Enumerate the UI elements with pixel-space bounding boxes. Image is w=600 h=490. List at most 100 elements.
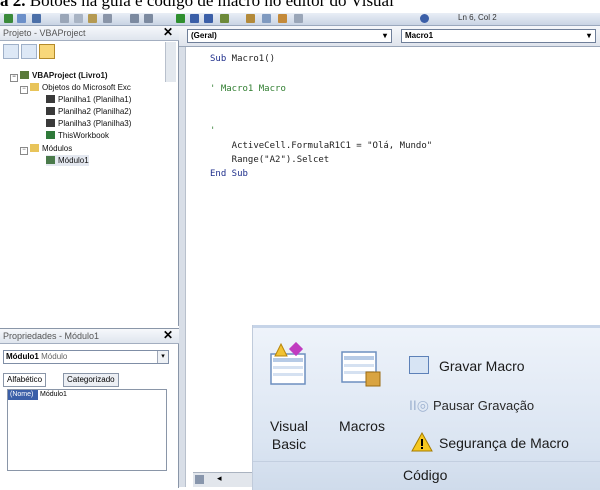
figure-caption: a 2. Botões na guia e código de macro no… (0, 0, 600, 13)
paste-icon[interactable] (88, 14, 97, 23)
tree-node-label: Módulo1 (58, 156, 89, 165)
pause-recording-icon: II◎ (409, 397, 429, 413)
procedure-combo-value: Macro1 (405, 31, 434, 40)
property-name: (Nome) (8, 390, 38, 400)
properties-panel: Propriedades - Módulo1 ✕ Módulo1 Módulo … (0, 328, 179, 488)
insert-icon[interactable] (17, 14, 26, 23)
tree-node-sheet[interactable]: Planilha1 (Planilha1) (46, 94, 131, 105)
copy-icon[interactable] (74, 14, 83, 23)
tree-node-modules-folder[interactable]: − Módulos (20, 143, 73, 155)
code-line-7: Range("A2").Selcet (210, 155, 330, 165)
toolbox-icon[interactable] (294, 14, 303, 23)
ribbon-code-group: Visual Basic Macros Gravar Macro II◎ Paus… (253, 325, 600, 490)
caption-text: Botões na guia e código de macro no edit… (25, 0, 394, 10)
macros-label: Macros (339, 418, 385, 434)
code-window-header: (Geral) ▾ Macro1 ▾ (179, 26, 600, 47)
excel-icon[interactable] (4, 14, 13, 23)
properties-panel-title: Propriedades - Módulo1 ✕ (0, 329, 179, 344)
chevron-down-icon[interactable]: ▾ (379, 30, 391, 42)
procedure-combo[interactable]: Macro1 ▾ (401, 29, 596, 43)
scroll-left-icon[interactable]: ◂ (217, 473, 222, 484)
help-icon[interactable] (420, 14, 429, 23)
record-macro-icon (409, 356, 429, 374)
close-icon[interactable]: ✕ (163, 26, 173, 39)
code-view-buttons[interactable]: ◂ (193, 472, 253, 487)
collapse-icon[interactable]: − (20, 86, 28, 94)
selected-object-name: Módulo1 (6, 352, 39, 361)
macro-security-label: Segurança de Macro (439, 435, 569, 451)
project-panel-title-text: Projeto - VBAProject (3, 28, 86, 38)
object-selector[interactable]: Módulo1 Módulo ▾ (3, 350, 169, 364)
code-line-8: End Sub (210, 169, 248, 179)
tab-alphabetic[interactable]: Alfabético (3, 373, 47, 387)
vba-project-icon (20, 71, 29, 79)
folder-icon (30, 83, 39, 91)
stop-icon[interactable] (204, 14, 213, 23)
view-code-icon[interactable] (3, 44, 19, 59)
warning-icon (411, 431, 433, 452)
selected-object-type: Módulo (41, 352, 68, 361)
tree-node-label: Planilha2 (Planilha2) (58, 107, 132, 116)
tree-node-thisworkbook[interactable]: ThisWorkbook (46, 130, 109, 141)
pause-icon[interactable] (190, 14, 199, 23)
collapse-icon[interactable]: − (10, 74, 18, 82)
properties-icon[interactable] (262, 14, 271, 23)
collapse-icon[interactable]: − (20, 147, 28, 155)
macros-icon (341, 351, 381, 387)
caption-label: a 2. (0, 0, 26, 10)
cut-icon[interactable] (60, 14, 69, 23)
design-mode-icon[interactable] (220, 14, 229, 23)
save-icon[interactable] (32, 14, 41, 23)
tree-node-label: VBAProject (Livro1) (32, 71, 108, 80)
visual-basic-button[interactable]: Visual Basic (261, 336, 317, 456)
property-value[interactable]: Módulo1 (40, 390, 67, 400)
record-macro-label: Gravar Macro (439, 358, 525, 374)
code-text: Macro1() (226, 54, 276, 64)
macros-button[interactable]: Macros (331, 336, 393, 456)
chevron-down-icon[interactable]: ▾ (157, 351, 168, 363)
property-row[interactable]: (Nome) Módulo1 (8, 390, 166, 400)
visual-basic-icon (270, 342, 306, 385)
tree-node-sheet[interactable]: Planilha2 (Planilha2) (46, 106, 131, 117)
object-combo[interactable]: (Geral) ▾ (187, 29, 392, 43)
procedure-view-icon[interactable] (195, 475, 204, 484)
keyword-sub: Sub (210, 54, 227, 64)
tree-node-label: Objetos do Microsoft Exc (42, 83, 131, 92)
record-macro-button[interactable]: Gravar Macro (409, 356, 525, 374)
view-object-icon[interactable] (21, 44, 37, 59)
project-explorer-icon[interactable] (246, 14, 255, 23)
code-line-5: ' (210, 126, 216, 136)
tab-categorized[interactable]: Categorizado (63, 373, 119, 387)
module-icon (46, 156, 55, 164)
chevron-down-icon[interactable]: ▾ (583, 30, 595, 42)
object-browser-icon[interactable] (278, 14, 287, 23)
worksheet-icon (46, 95, 55, 103)
code-line-6: ActiveCell.FormulaR1C1 = "Olá, Mundo" (210, 141, 433, 151)
project-scrollbar[interactable] (165, 42, 176, 82)
undo-icon[interactable] (130, 14, 139, 23)
ribbon-group-label: Código (403, 467, 448, 483)
project-explorer-panel: Projeto - VBAProject ✕ − VBAProject (Livr… (0, 26, 179, 326)
tree-node-label: ThisWorkbook (58, 131, 109, 140)
visual-basic-label-1: Visual (270, 418, 308, 434)
tree-node-vbaproject[interactable]: − VBAProject (Livro1) (10, 70, 108, 82)
tree-node-objects-folder[interactable]: − Objetos do Microsoft Exc (20, 82, 131, 94)
redo-icon[interactable] (144, 14, 153, 23)
find-icon[interactable] (103, 14, 112, 23)
run-icon[interactable] (176, 14, 185, 23)
tree-node-sheet[interactable]: Planilha3 (Planilha3) (46, 118, 131, 129)
folder-icon (30, 144, 39, 152)
workbook-icon (46, 131, 55, 139)
vbe-toolbar: Ln 6, Col 2 (0, 13, 600, 26)
properties-grid: (Nome) Módulo1 (7, 389, 167, 471)
macro-security-button[interactable]: Segurança de Macro (411, 431, 569, 452)
close-icon[interactable]: ✕ (163, 329, 173, 342)
tree-node-label: Módulos (42, 144, 73, 153)
tree-node-module1[interactable]: Módulo1 (46, 155, 89, 166)
cursor-position: Ln 6, Col 2 (458, 13, 497, 22)
code-line-1: Sub Macro1() (210, 54, 275, 64)
visual-basic-label-2: Basic (271, 436, 307, 452)
toggle-folders-icon[interactable] (39, 44, 55, 59)
object-combo-value: (Geral) (191, 31, 217, 40)
pause-recording-button[interactable]: II◎ Pausar Gravação (409, 397, 534, 414)
